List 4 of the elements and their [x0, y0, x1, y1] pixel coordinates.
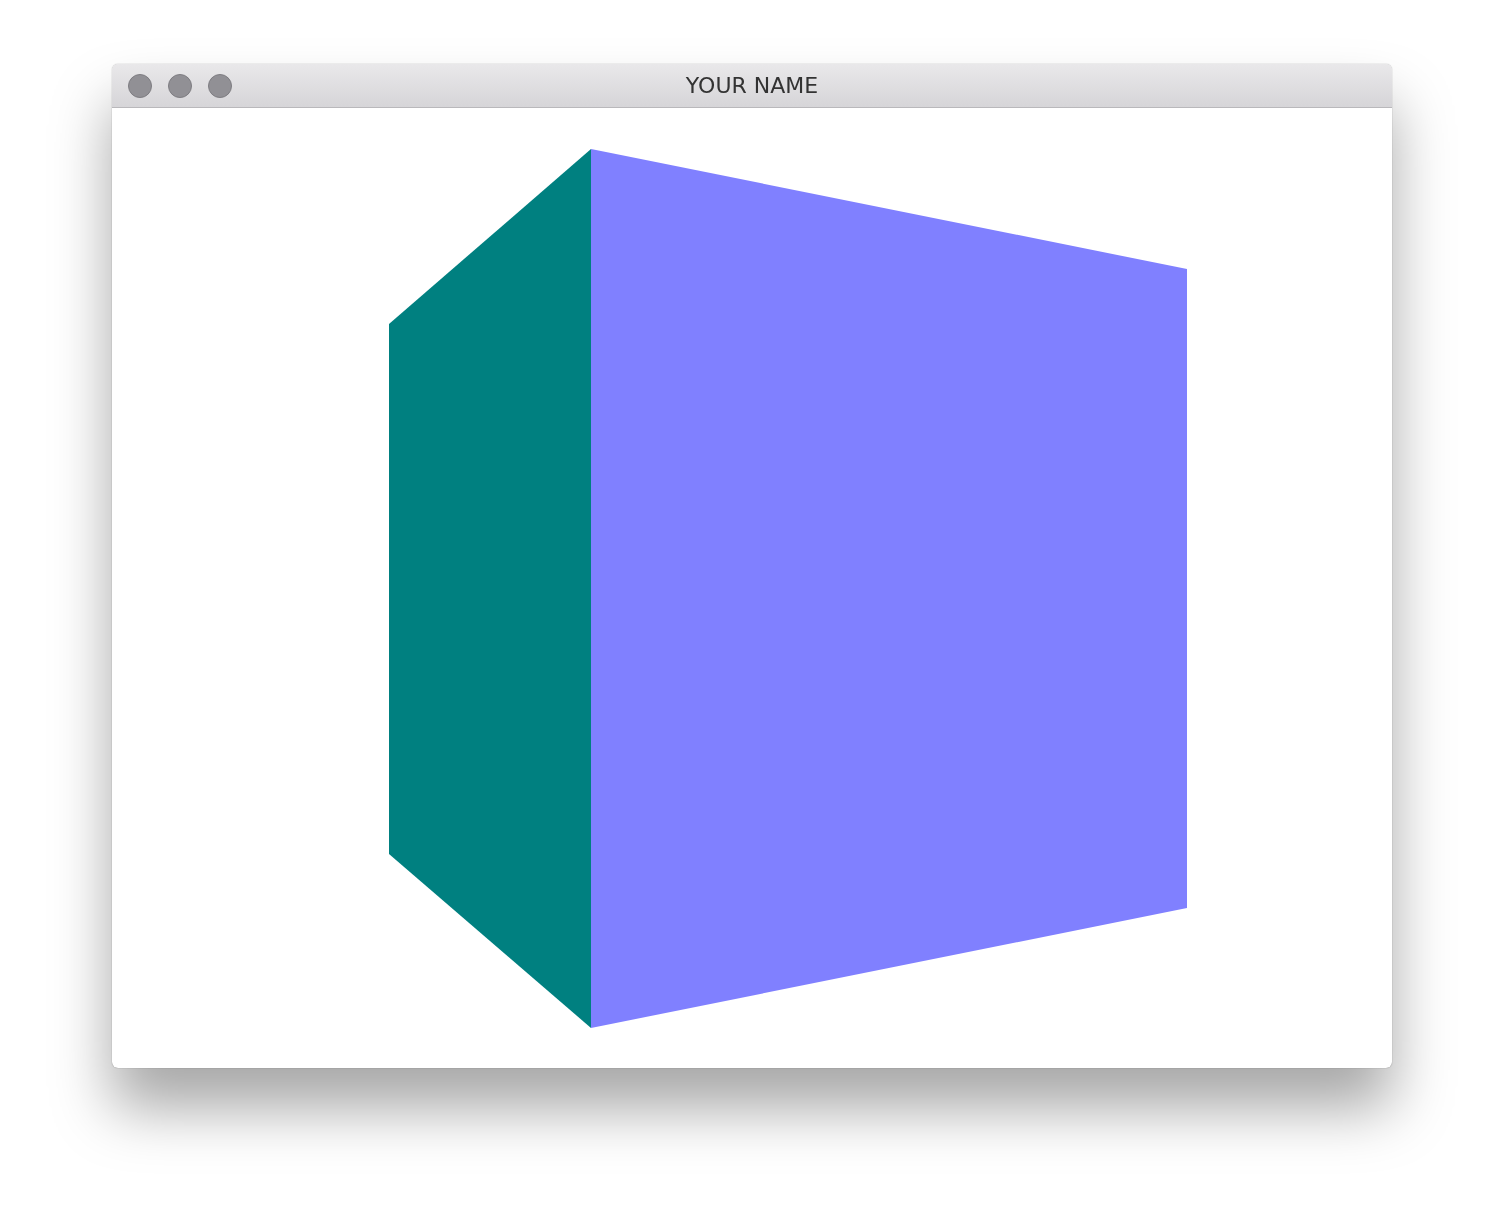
minimize-button[interactable]: [168, 73, 192, 98]
window-title: YOUR NAME: [685, 73, 819, 98]
zoom-button[interactable]: [208, 73, 232, 98]
close-button[interactable]: [128, 73, 152, 98]
